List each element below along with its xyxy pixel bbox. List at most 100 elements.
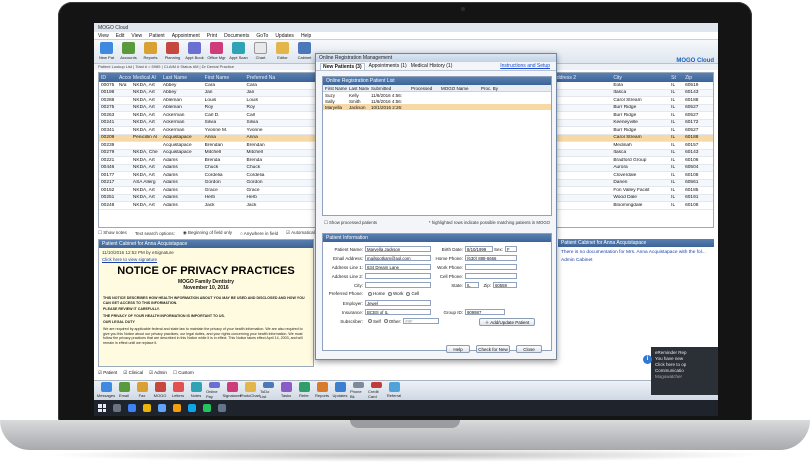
home-phone-field[interactable]: (630) 888-6666: [465, 255, 517, 261]
menu-item[interactable]: View: [98, 33, 109, 39]
ie-icon[interactable]: [188, 404, 196, 412]
column-header[interactable]: MOGO Name: [439, 86, 479, 91]
column-header[interactable]: Last Name: [161, 75, 203, 81]
subscriber-self-radio[interactable]: [368, 319, 372, 323]
column-header[interactable]: Preferred Na: [245, 75, 287, 81]
column-header[interactable]: Processed: [409, 86, 439, 91]
pref-cell-radio[interactable]: [406, 291, 411, 296]
patient-name-field[interactable]: Maryella Jackson: [365, 246, 431, 252]
city-field[interactable]: [365, 282, 431, 288]
menu-item[interactable]: View: [131, 33, 142, 39]
subscriber-other-radio[interactable]: [383, 319, 388, 323]
mogo-icon[interactable]: [203, 404, 211, 412]
toolbar-button[interactable]: Letters: [170, 382, 186, 399]
chart-button[interactable]: Chart: [251, 42, 270, 61]
toolbar-button[interactable]: Messages: [97, 382, 115, 399]
editor-button[interactable]: Editor: [273, 42, 292, 61]
tab-appointments[interactable]: Appointments (1): [369, 63, 407, 69]
toolbar-button[interactable]: Signatures: [222, 382, 242, 399]
column-header[interactable]: First Name: [323, 86, 347, 91]
toolbar-button[interactable]: PhotoChart: [240, 382, 260, 399]
column-header[interactable]: Account St: [117, 75, 131, 81]
edge-icon[interactable]: [128, 404, 136, 412]
show-notes-checkbox[interactable]: ☐ Show notes: [98, 230, 127, 236]
patient-checkbox[interactable]: ☑ Patient: [98, 370, 117, 376]
menu-item[interactable]: Print: [207, 33, 217, 39]
column-header[interactable]: Zip: [683, 75, 713, 81]
menu-item[interactable]: Edit: [116, 33, 125, 39]
help-button[interactable]: Help: [446, 345, 470, 353]
new-patient-button[interactable]: New Pat: [97, 42, 116, 61]
toolbar-button[interactable]: Phone Bk: [350, 382, 366, 399]
store-icon[interactable]: [158, 404, 166, 412]
tab-medical-history[interactable]: Medical History (1): [411, 63, 453, 69]
app-icon[interactable]: [218, 404, 226, 412]
sex-field[interactable]: F: [505, 246, 517, 252]
admin-checkbox[interactable]: ☑ Admin: [149, 370, 167, 376]
zip-field[interactable]: 60559: [493, 282, 517, 288]
birth-date-field[interactable]: 8/10/1999: [465, 246, 493, 252]
toolbar-button[interactable]: Credit Card: [368, 382, 384, 399]
menu-item[interactable]: Updates: [275, 33, 294, 39]
search-option-radio[interactable]: ◉ Beginning of field only: [183, 230, 232, 236]
employer-field[interactable]: Jewel: [365, 300, 431, 306]
admin-cabinet-link[interactable]: Admin Cabinet: [558, 258, 714, 266]
column-header[interactable]: Proc. By: [479, 86, 519, 91]
toolbar-button[interactable]: ToDo List: [260, 382, 276, 399]
address-line-1-field[interactable]: 634 Dream Lane: [365, 264, 431, 270]
column-header[interactable]: City: [611, 75, 669, 81]
state-field[interactable]: IL: [465, 282, 479, 288]
clinical-checkbox[interactable]: ☑ Clinical: [123, 370, 143, 376]
cell-phone-field[interactable]: [465, 273, 517, 279]
reports-button[interactable]: Reports: [141, 42, 160, 61]
custom-checkbox[interactable]: ☐ Custom: [173, 370, 194, 376]
search-option-radio[interactable]: ○ Anywhere in field: [240, 231, 278, 236]
toolbar-button[interactable]: Online Pay: [206, 382, 222, 399]
menu-item[interactable]: Appointment: [172, 33, 200, 39]
menu-item[interactable]: Patient: [149, 33, 165, 39]
work-phone-field[interactable]: [465, 264, 517, 270]
toolbar-button[interactable]: Updates: [332, 382, 348, 399]
pref-work-radio[interactable]: [388, 291, 393, 296]
email-field[interactable]: mailspotkam@aol.com: [365, 255, 431, 261]
office-mgr-button[interactable]: Office Mgr: [207, 42, 226, 61]
instructions-link[interactable]: Instructions and Setup: [500, 63, 550, 69]
subscriber-other-field[interactable]: ##F: [403, 318, 440, 324]
cabinet-button[interactable]: Cabinet: [295, 42, 314, 61]
column-header[interactable]: Medical Al: [131, 75, 161, 81]
menu-item[interactable]: Documents: [224, 33, 249, 39]
menu-item[interactable]: Help: [301, 33, 311, 39]
windows-start-icon[interactable]: [98, 404, 106, 412]
list-item[interactable]: Maryella Jackson 10/1/2016 2:26:: [323, 104, 551, 110]
toolbar-button[interactable]: Refer: [296, 382, 312, 399]
notification-toast[interactable]: i eReminder Rep You have new Click here …: [643, 347, 718, 395]
toolbar-button[interactable]: Email: [116, 382, 132, 399]
address-line-2-field[interactable]: [365, 273, 431, 279]
column-header[interactable]: First Name: [203, 75, 245, 81]
column-header[interactable]: Submitted: [369, 86, 409, 91]
close-button[interactable]: Close: [516, 345, 542, 353]
planning-button[interactable]: Planning: [163, 42, 182, 61]
add-update-patient-button[interactable]: ＋ Add/Update Patient: [479, 318, 535, 326]
appt-book-button[interactable]: Appt Book: [185, 42, 204, 61]
group-id-field[interactable]: 909987: [465, 309, 505, 315]
column-header[interactable]: Last Name: [347, 86, 369, 91]
pref-home-radio[interactable]: [368, 291, 372, 296]
view-signature-link[interactable]: Click here to view signature: [99, 255, 313, 262]
toolbar-button[interactable]: MOGO: [152, 382, 168, 399]
menu-item[interactable]: GoTo: [256, 33, 268, 39]
show-processed-checkbox[interactable]: ☐ Show processed patients: [324, 220, 377, 226]
column-header[interactable]: ID: [99, 75, 117, 81]
file-explorer-icon[interactable]: [143, 404, 151, 412]
toolbar-button[interactable]: Notes: [188, 382, 204, 399]
appt-scan-button[interactable]: Appt Scan: [229, 42, 248, 61]
column-header[interactable]: St: [669, 75, 683, 81]
check-for-new-button[interactable]: Check for New: [476, 345, 510, 353]
tab-new-patients[interactable]: New Patients (3): [320, 62, 365, 70]
search-icon[interactable]: [113, 404, 121, 412]
accounts-button[interactable]: Accounts: [119, 42, 138, 61]
column-header[interactable]: Address 2: [552, 75, 612, 81]
toolbar-button[interactable]: Referral: [386, 382, 402, 399]
toolbar-button[interactable]: Reports: [314, 382, 330, 399]
toolbar-button[interactable]: Fax: [134, 382, 150, 399]
